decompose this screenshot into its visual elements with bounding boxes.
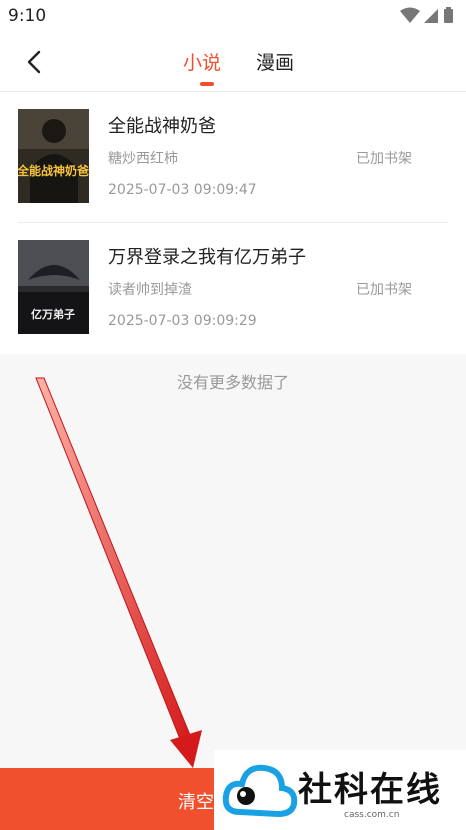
no-more-data-text: 没有更多数据了 bbox=[176, 373, 289, 392]
read-time: 2025-07-03 09:09:29 bbox=[108, 313, 257, 329]
reading-history-list: 全能战神奶爸 全能战神奶爸 糖炒西红柿 已加书架 2025-07-03 09:0… bbox=[0, 92, 466, 354]
read-time: 2025-07-03 09:09:47 bbox=[108, 182, 257, 198]
wifi-icon bbox=[400, 7, 420, 23]
status-time: 9:10 bbox=[8, 6, 47, 26]
tab-comic[interactable]: 漫画 bbox=[256, 48, 294, 75]
shelf-status: 已加书架 bbox=[356, 151, 412, 167]
status-bar: 9:10 bbox=[0, 0, 466, 34]
chevron-left-icon bbox=[27, 50, 41, 74]
watermark-domain: cass.com.cn bbox=[344, 810, 400, 820]
clear-button-label: 清空 bbox=[178, 792, 214, 813]
list-item[interactable]: 全能战神奶爸 全能战神奶爸 糖炒西红柿 已加书架 2025-07-03 09:0… bbox=[0, 92, 466, 223]
cover-title-text: 亿万弟子 bbox=[31, 307, 75, 321]
cover-title-text: 全能战神奶爸 bbox=[18, 163, 89, 178]
tab-novel[interactable]: 小说 bbox=[183, 48, 221, 75]
battery-icon bbox=[444, 7, 453, 23]
book-author: 读者帅到掉渣 bbox=[108, 282, 192, 298]
list-item[interactable]: 亿万弟子 万界登录之我有亿万弟子 读者帅到掉渣 已加书架 2025-07-03 … bbox=[0, 223, 466, 354]
signal-icon bbox=[424, 9, 438, 23]
book-title: 万界登录之我有亿万弟子 bbox=[108, 247, 306, 268]
status-icons bbox=[398, 7, 458, 25]
book-author: 糖炒西红柿 bbox=[108, 151, 178, 167]
watermark: 社科在线 cass.com.cn bbox=[214, 750, 466, 830]
book-title: 全能战神奶爸 bbox=[108, 116, 216, 137]
shelf-status: 已加书架 bbox=[356, 282, 412, 298]
cloud-logo-icon bbox=[222, 764, 298, 818]
book-cover: 全能战神奶爸 bbox=[18, 109, 89, 203]
back-button[interactable] bbox=[16, 46, 52, 78]
top-navigation: 小说 漫画 bbox=[0, 34, 466, 92]
book-cover: 亿万弟子 bbox=[18, 240, 89, 334]
active-tab-indicator bbox=[200, 82, 214, 86]
watermark-text: 社科在线 bbox=[298, 770, 442, 810]
